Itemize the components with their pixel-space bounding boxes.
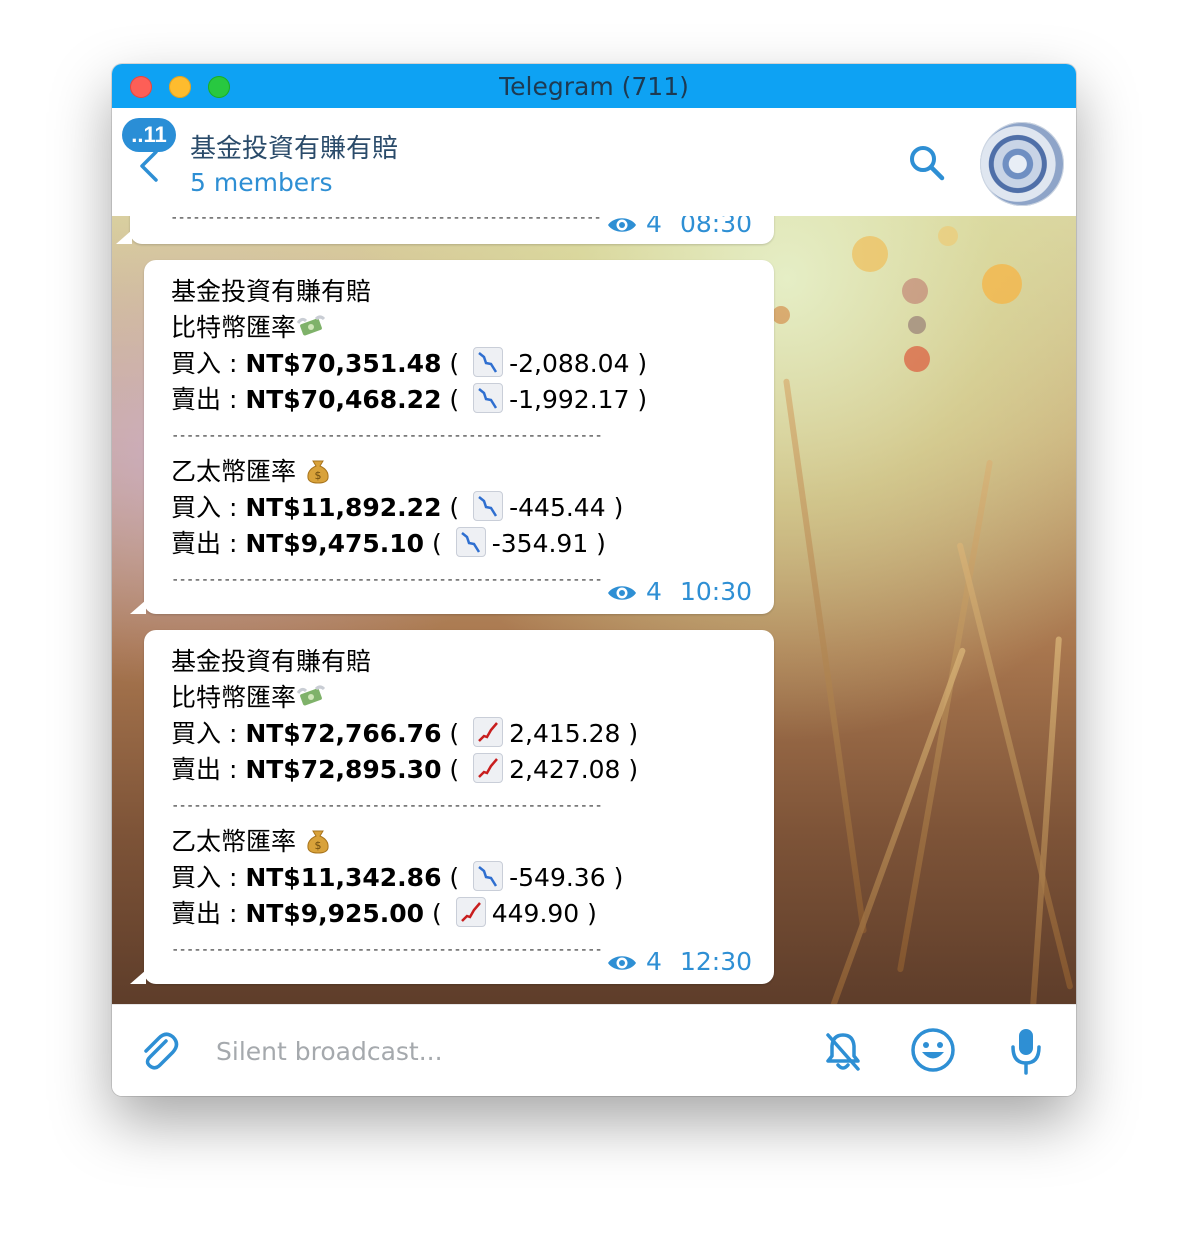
- money-wings-icon: [296, 313, 326, 341]
- svg-text:$: $: [314, 839, 321, 852]
- chart-decreasing-icon: [473, 383, 504, 413]
- btc-sell-price: NT$70,468.22: [245, 385, 442, 414]
- separator-line: ----------------------------------------…: [171, 428, 603, 444]
- message-list[interactable]: ----------------------------------------…: [112, 216, 1076, 1004]
- unread-badge: ..11: [122, 118, 176, 152]
- eye-icon: [608, 956, 637, 970]
- message-input[interactable]: Silent broadcast...: [216, 1037, 443, 1066]
- chat-avatar[interactable]: [980, 122, 1064, 206]
- paperclip-icon[interactable]: [136, 1029, 180, 1073]
- sell-label: 賣出 :: [171, 529, 246, 558]
- eth-buy-change: -445.44: [509, 493, 606, 522]
- back-button[interactable]: ..11: [118, 118, 188, 188]
- view-count: 4: [646, 577, 662, 606]
- buy-label: 買入 :: [171, 493, 246, 522]
- buy-label: 買入 :: [171, 863, 246, 892]
- telegram-window: Telegram (711) ..11 基金投資有賺有賠 5 members -…: [112, 64, 1076, 1096]
- chat-header: ..11 基金投資有賺有賠 5 members: [112, 108, 1076, 217]
- btc-heading: 比特幣匯率: [171, 683, 297, 712]
- btc-buy-price: NT$72,766.76: [245, 719, 442, 748]
- btc-buy-change: -2,088.04: [509, 349, 630, 378]
- separator-line: ----------------------------------------…: [170, 216, 601, 226]
- separator-line: ----------------------------------------…: [171, 798, 603, 814]
- eth-buy-price: NT$11,342.86: [245, 863, 442, 892]
- channel-name: 基金投資有賺有賠: [171, 647, 372, 676]
- chart-increasing-icon: [455, 897, 486, 927]
- btc-buy-price: NT$70,351.48: [245, 349, 442, 378]
- chevron-left-icon: [140, 150, 158, 182]
- btc-heading: 比特幣匯率: [171, 313, 297, 342]
- window-title: Telegram (711): [499, 72, 689, 101]
- view-count: 4: [646, 947, 662, 976]
- money-wings-icon: [296, 683, 326, 711]
- money-bag-icon: $: [304, 457, 332, 485]
- chart-decreasing-icon: [455, 527, 486, 557]
- eth-buy-price: NT$11,892.22: [245, 493, 442, 522]
- microphone-icon[interactable]: [1010, 1027, 1042, 1075]
- buy-label: 買入 :: [171, 349, 246, 378]
- message-meta: 4 12:30: [606, 947, 752, 976]
- btc-buy-change: 2,415.28: [509, 719, 621, 748]
- message-bubble[interactable]: ----------------------------------------…: [116, 216, 774, 244]
- bell-off-icon[interactable]: [822, 1029, 864, 1073]
- sell-label: 賣出 :: [171, 899, 246, 928]
- eth-buy-change: -549.36: [509, 863, 606, 892]
- eth-sell-price: NT$9,925.00: [245, 899, 425, 928]
- chart-decreasing-icon: [473, 491, 504, 521]
- eye-icon: [608, 218, 637, 232]
- search-icon[interactable]: [908, 144, 946, 182]
- eth-heading: 乙太幣匯率: [171, 457, 297, 486]
- buy-label: 買入 :: [171, 719, 246, 748]
- eye-icon: [608, 586, 637, 600]
- money-bag-icon: $: [304, 827, 332, 855]
- member-count[interactable]: 5 members: [190, 168, 333, 197]
- message-bubble[interactable]: 基金投資有賺有賠 比特幣匯率 買入 : NT$70,351.48 ( -2,08…: [130, 260, 774, 614]
- message-time: 10:30: [679, 577, 752, 606]
- eth-heading: 乙太幣匯率: [171, 827, 297, 856]
- sell-label: 賣出 :: [171, 385, 246, 414]
- chart-decreasing-icon: [473, 861, 504, 891]
- smiley-icon[interactable]: [910, 1027, 956, 1073]
- message-meta: 4 10:30: [606, 577, 752, 606]
- chart-increasing-icon: [473, 753, 504, 783]
- channel-name: 基金投資有賺有賠: [171, 277, 372, 306]
- btc-sell-price: NT$72,895.30: [245, 755, 442, 784]
- sell-label: 賣出 :: [171, 755, 246, 784]
- svg-text:$: $: [314, 469, 321, 482]
- view-count: 4: [646, 216, 662, 238]
- btc-sell-change: 2,427.08: [509, 755, 621, 784]
- message-time: 08:30: [679, 216, 752, 238]
- eth-sell-price: NT$9,475.10: [245, 529, 425, 558]
- message-meta: 4 08:30: [606, 216, 752, 238]
- chat-title[interactable]: 基金投資有賺有賠: [190, 128, 398, 165]
- eth-sell-change: 449.90: [491, 899, 580, 928]
- chart-decreasing-icon: [473, 347, 504, 377]
- message-time: 12:30: [679, 947, 752, 976]
- title-bar: Telegram (711): [112, 64, 1076, 108]
- btc-sell-change: -1,992.17: [509, 385, 630, 414]
- message-bubble[interactable]: 基金投資有賺有賠 比特幣匯率 買入 : NT$72,766.76 ( 2,415…: [130, 630, 774, 984]
- compose-bar: Silent broadcast...: [112, 1004, 1076, 1096]
- eth-sell-change: -354.91: [491, 529, 589, 558]
- chart-increasing-icon: [473, 717, 504, 747]
